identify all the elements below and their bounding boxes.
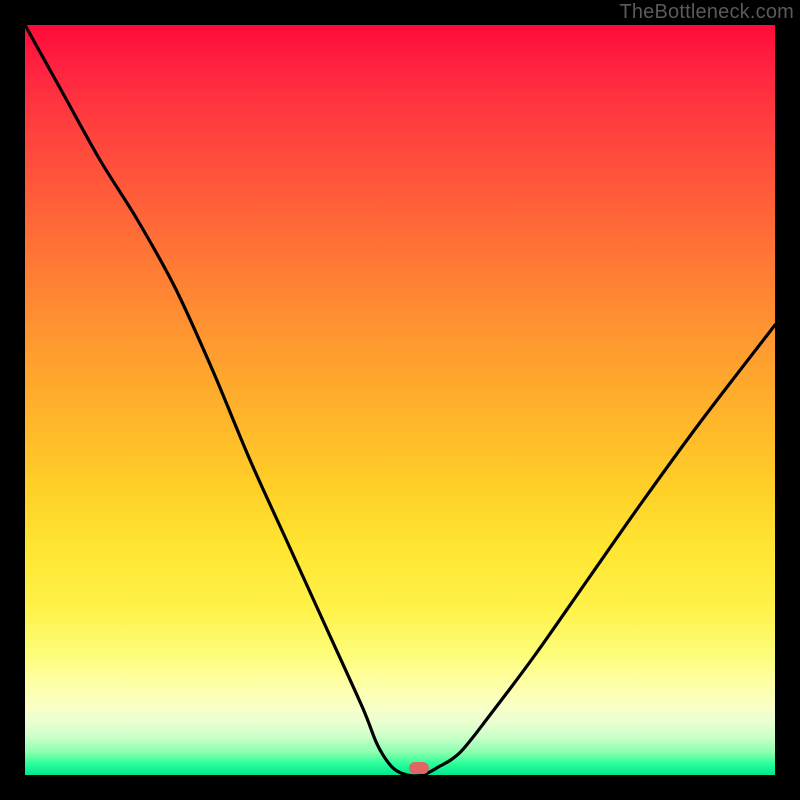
bottleneck-curve [25, 25, 775, 775]
attribution-label: TheBottleneck.com [619, 1, 794, 24]
optimum-marker-icon [409, 762, 429, 774]
chart-frame: TheBottleneck.com [0, 0, 800, 800]
plot-area [25, 25, 775, 775]
